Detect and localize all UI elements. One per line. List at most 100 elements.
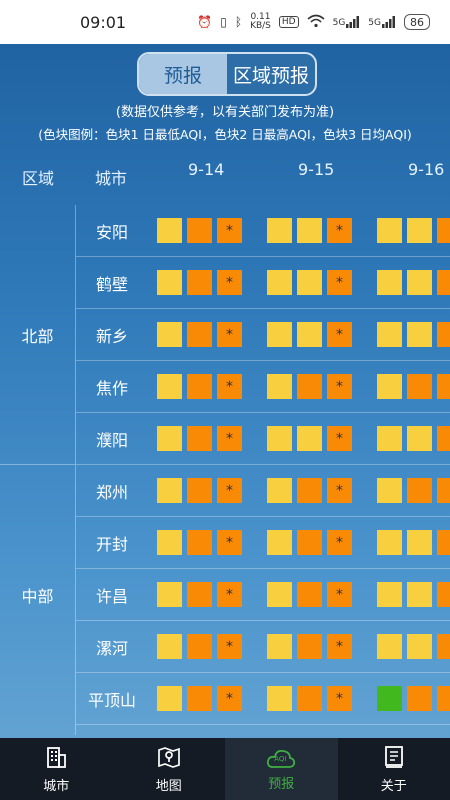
city-name[interactable]: 漯河: [76, 621, 148, 673]
table-row: 新乡 * *: [76, 309, 450, 361]
aqi-block: [187, 582, 212, 607]
table-row: 焦作 * *: [76, 361, 450, 413]
aqi-block: [377, 634, 402, 659]
aqi-block: [407, 218, 432, 243]
tab-forecast[interactable]: 预报: [139, 54, 227, 94]
building-icon: [44, 745, 68, 773]
aqi-block: [437, 218, 450, 243]
aqi-block: [437, 426, 450, 451]
aqi-block: [267, 686, 292, 711]
nav-forecast[interactable]: AQI 预报: [225, 738, 338, 800]
aqi-block: [407, 374, 432, 399]
aqi-block: *: [217, 218, 242, 243]
aqi-badge: AQI: [274, 754, 287, 763]
aqi-block: *: [217, 478, 242, 503]
city-name[interactable]: 濮阳: [76, 413, 148, 465]
nav-map[interactable]: 地图: [113, 738, 226, 800]
header-date-1: 9-14: [188, 160, 225, 179]
aqi-block: [187, 218, 212, 243]
battery-icon: 86: [404, 14, 430, 30]
aqi-block: [157, 270, 182, 295]
aqi-block: [407, 322, 432, 347]
nav-about-label: 关于: [380, 778, 407, 794]
aqi-block: *: [327, 478, 352, 503]
aqi-block: [187, 270, 212, 295]
aqi-block: [377, 374, 402, 399]
aqi-block: [157, 582, 182, 607]
aqi-block: *: [327, 218, 352, 243]
aqi-block: *: [327, 582, 352, 607]
disclaimer-note: (数据仅供参考，以有关部门发布为准): [115, 105, 335, 120]
city-name[interactable]: 焦作: [76, 361, 148, 413]
network-speed: 0.11 KB/S: [250, 13, 271, 31]
aqi-block: [437, 530, 450, 555]
aqi-block: [267, 478, 292, 503]
legend-note: (色块图例：色块1 日最低AQI，色块2 日最高AQI，色块3 日均AQI): [38, 127, 412, 142]
aqi-block: *: [217, 582, 242, 607]
nav-about[interactable]: 关于: [338, 738, 450, 800]
region-label-north: 北部: [21, 327, 54, 346]
table-row: 濮阳 * *: [76, 413, 450, 465]
row-divider: [76, 724, 450, 725]
nav-city[interactable]: 城市: [0, 738, 113, 800]
header-date-2: 9-15: [298, 160, 335, 179]
aqi-block: [437, 634, 450, 659]
aqi-block: [267, 426, 292, 451]
signal-icon-2: 5G: [368, 16, 396, 28]
table-row: 漯河 * *: [76, 621, 450, 673]
aqi-block: [377, 478, 402, 503]
table-header: 区域 城市 9-14 9-15 9-16: [0, 160, 450, 191]
city-name[interactable]: 鹤壁: [76, 257, 148, 309]
forecast-toggle: 预报 区域预报: [137, 52, 317, 96]
aqi-block: [157, 634, 182, 659]
document-icon: [382, 745, 406, 773]
signal-1-label: 5G: [332, 18, 346, 28]
city-name[interactable]: 平顶山: [76, 673, 148, 725]
aqi-block: [297, 686, 322, 711]
aqi-block: [407, 270, 432, 295]
city-name[interactable]: 新乡: [76, 309, 148, 361]
bottom-nav: 城市 地图 AQI 预报 关于: [0, 738, 450, 800]
aqi-block: [407, 426, 432, 451]
city-name[interactable]: 许昌: [76, 569, 148, 621]
city-name[interactable]: 开封: [76, 517, 148, 569]
status-time: 09:01: [80, 12, 127, 32]
aqi-block: [407, 686, 432, 711]
aqi-block: [377, 686, 402, 711]
battery-level: 86: [410, 15, 424, 29]
speed-unit: KB/S: [250, 21, 271, 31]
status-bar: 09:01 ⏰ ▯ ᛒ 0.11 KB/S HD 5G 5G 86: [0, 0, 450, 44]
aqi-block: [377, 426, 402, 451]
aqi-block: *: [217, 634, 242, 659]
nav-city-label: 城市: [43, 778, 70, 794]
city-name[interactable]: 郑州: [76, 465, 148, 517]
aqi-block: *: [327, 270, 352, 295]
tab-regional-forecast[interactable]: 区域预报: [227, 54, 315, 94]
table-row: 开封 * *: [76, 517, 450, 569]
aqi-cloud-icon: AQI: [266, 747, 296, 771]
aqi-block: [297, 634, 322, 659]
aqi-block: *: [327, 530, 352, 555]
aqi-block: [267, 322, 292, 347]
aqi-block: [407, 478, 432, 503]
city-name[interactable]: 安阳: [76, 205, 148, 257]
aqi-block: [157, 218, 182, 243]
aqi-block: [377, 582, 402, 607]
aqi-block: [297, 270, 322, 295]
aqi-block: [297, 374, 322, 399]
hd-badge: HD: [278, 16, 299, 28]
aqi-block: [157, 322, 182, 347]
aqi-block: [437, 582, 450, 607]
header-city: 城市: [95, 169, 128, 188]
aqi-block: [187, 478, 212, 503]
aqi-block: *: [327, 686, 352, 711]
aqi-block: [377, 530, 402, 555]
aqi-block: [157, 478, 182, 503]
table-row: 平顶山 * *: [76, 673, 450, 725]
aqi-block: [437, 478, 450, 503]
wifi-icon: [307, 14, 325, 31]
aqi-block: *: [217, 530, 242, 555]
aqi-block: [187, 426, 212, 451]
aqi-block: *: [327, 426, 352, 451]
signal-icon-1: 5G: [333, 16, 361, 28]
